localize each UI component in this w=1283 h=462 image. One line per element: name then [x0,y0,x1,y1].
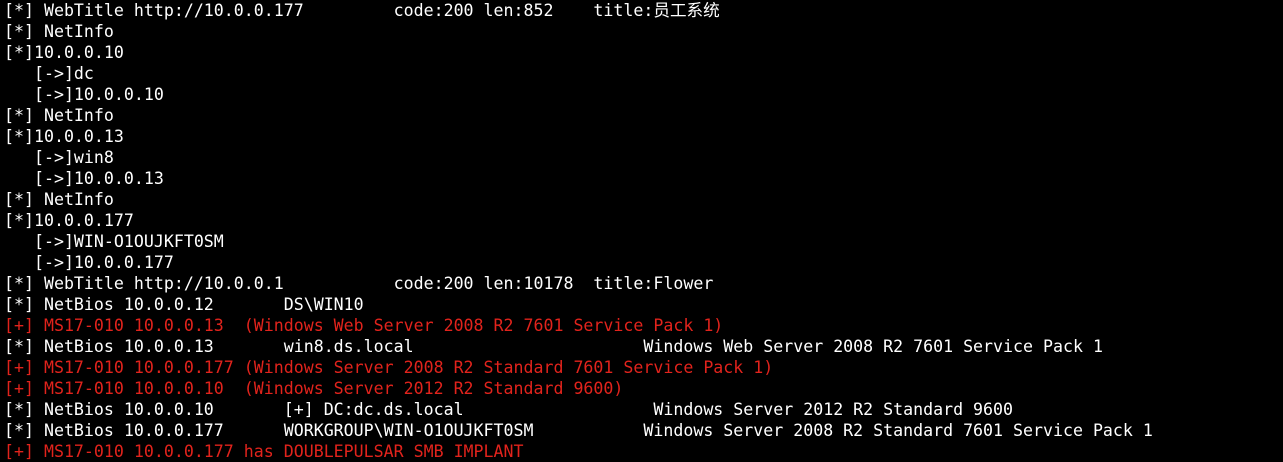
terminal-line: [*] NetBios 10.0.0.12 DS\WIN10 [4,295,364,314]
terminal-line: [->]WIN-O1OUJKFT0SM [4,232,224,251]
terminal-line: [*] WebTitle http://10.0.0.1 code:200 le… [4,274,714,293]
terminal-line-alert: [+] MS17-010 10.0.0.177 (Windows Server … [4,358,774,377]
terminal-line-alert: [+] MS17-010 10.0.0.177 has DOUBLEPULSAR… [4,442,524,461]
terminal-line: [*] NetInfo [4,22,114,41]
terminal-line: [*]10.0.0.13 [4,127,124,146]
terminal-line-alert: [+] MS17-010 10.0.0.13 (Windows Web Serv… [4,316,724,335]
terminal-line: [*] NetInfo [4,190,114,209]
terminal-line: [->]dc [4,64,94,83]
terminal-line: [*] NetBios 10.0.0.10 [+] DC:dc.ds.local… [4,400,1014,419]
terminal-line: [->]win8 [4,148,114,167]
terminal-line: [->]10.0.0.13 [4,169,164,188]
terminal-output: [*] WebTitle http://10.0.0.177 code:200 … [0,0,1283,462]
terminal-line: [*] NetInfo [4,106,114,125]
terminal-line-alert: [+] MS17-010 10.0.0.10 (Windows Server 2… [4,379,624,398]
terminal-line: [*] WebTitle http://10.0.0.177 code:200 … [4,1,720,20]
terminal-line: [*]10.0.0.177 [4,211,134,230]
terminal-line: [->]10.0.0.177 [4,253,174,272]
terminal-line: [*] NetBios 10.0.0.13 win8.ds.local Wind… [4,337,1103,356]
terminal-line: [*] NetBios 10.0.0.177 WORKGROUP\WIN-O1O… [4,421,1153,440]
terminal-line: [*]10.0.0.10 [4,43,124,62]
terminal-line: [->]10.0.0.10 [4,85,164,104]
